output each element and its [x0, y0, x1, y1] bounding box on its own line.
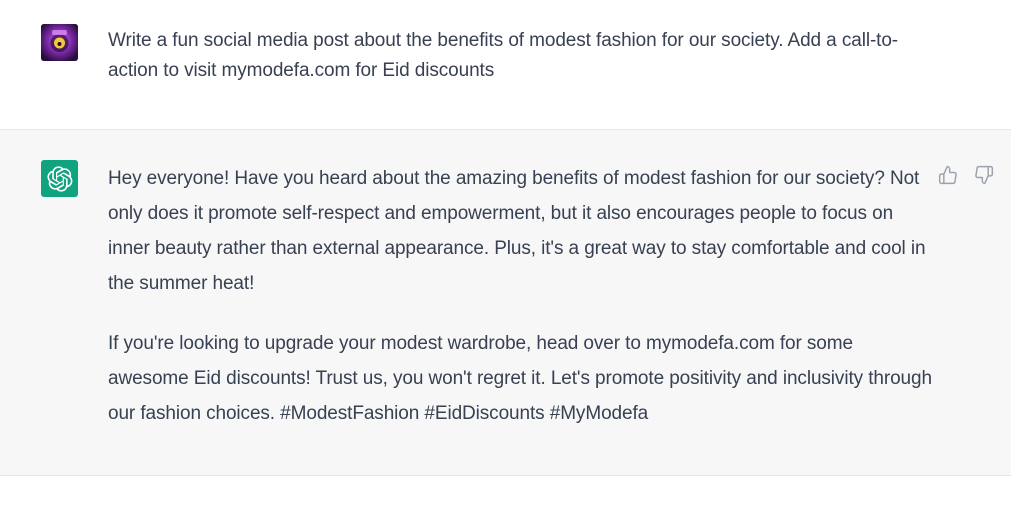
user-avatar: [41, 24, 78, 61]
assistant-message: Hey everyone! Have you heard about the a…: [0, 130, 1011, 476]
assistant-paragraph: Hey everyone! Have you heard about the a…: [108, 168, 926, 294]
thumbs-up-button[interactable]: [937, 164, 959, 186]
assistant-message-text: Hey everyone! Have you heard about the a…: [108, 161, 938, 456]
user-avatar-image: [41, 24, 78, 61]
user-message-text: Write a fun social media post about the …: [108, 30, 899, 81]
user-message: Write a fun social media post about the …: [0, 0, 1011, 130]
thumbs-up-icon: [938, 165, 957, 185]
assistant-avatar: [41, 160, 78, 197]
thumbs-down-icon: [975, 165, 994, 185]
assistant-paragraph: If you're looking to upgrade your modest…: [108, 333, 932, 424]
thumbs-down-button[interactable]: [973, 164, 995, 186]
feedback-buttons: [937, 164, 995, 186]
openai-logo-icon: [46, 165, 72, 192]
chat-conversation: Write a fun social media post about the …: [0, 0, 1011, 515]
